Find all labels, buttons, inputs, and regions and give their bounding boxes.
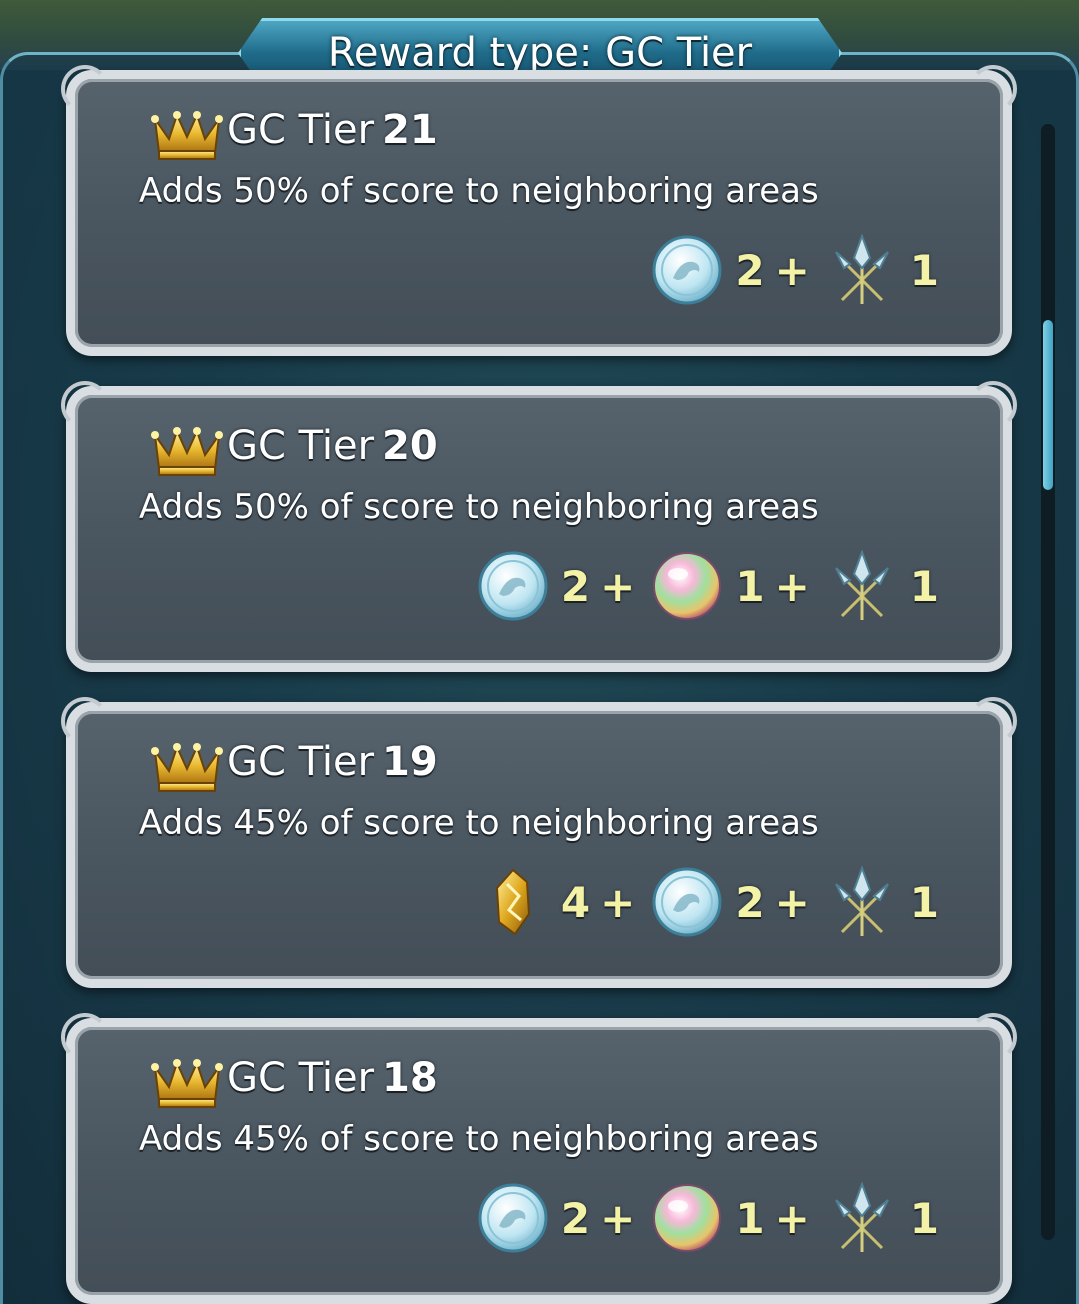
reward-item: 1	[651, 550, 765, 622]
reward-item: 2	[477, 1182, 590, 1254]
reward-list: 4 +2 +1	[477, 861, 939, 943]
reward-item: 1	[826, 234, 939, 306]
badge-coin-icon	[477, 550, 549, 622]
tier-panel[interactable]: GC Tier 21 Adds 50% of score to neighborin…	[61, 65, 1017, 356]
plus-sign: +	[774, 1193, 810, 1243]
reward-item: 2	[477, 550, 590, 622]
orb-icon	[651, 550, 723, 622]
reward-item: 1	[651, 1182, 765, 1254]
plus-sign: +	[600, 877, 636, 927]
reward-item: 1	[826, 866, 939, 938]
plus-sign: +	[774, 561, 810, 611]
reward-list: 2 +1 +1	[477, 1177, 939, 1259]
reward-quantity: 1	[909, 561, 939, 611]
tier-description: Adds 45% of score to neighboring areas	[139, 1119, 819, 1159]
reward-quantity: 1	[909, 245, 939, 295]
reward-quantity: 4	[560, 877, 591, 927]
tier-title: GC Tier 20	[227, 423, 438, 469]
badge-coin-icon	[477, 1182, 549, 1254]
tier-panel[interactable]: GC Tier 19 Adds 45% of score to neighborin…	[61, 697, 1017, 988]
tier-label: GC Tier	[227, 107, 375, 153]
badge-coin-icon	[651, 866, 723, 938]
plus-sign: +	[600, 1193, 636, 1243]
reward-list: 2 +1 +1	[477, 545, 939, 627]
tier-description: Adds 50% of score to neighboring areas	[139, 171, 819, 211]
badge-coin-icon	[651, 234, 723, 306]
tier-description: Adds 45% of score to neighboring areas	[139, 803, 819, 843]
tier-number: 20	[382, 423, 438, 469]
tier-label: GC Tier	[227, 739, 375, 785]
tier-title: GC Tier 21	[227, 107, 438, 153]
reward-quantity: 2	[560, 561, 591, 611]
plus-sign: +	[774, 245, 810, 295]
crown-icon	[151, 111, 223, 160]
reward-item: 2	[651, 234, 765, 306]
gold-crystal-icon	[477, 866, 549, 938]
tier-number: 18	[382, 1055, 438, 1101]
reward-quantity: 2	[560, 1193, 591, 1243]
reward-quantity: 1	[909, 877, 939, 927]
tier-label: GC Tier	[227, 423, 375, 469]
orb-icon	[651, 1182, 723, 1254]
sacred-seal-spear-icon	[826, 866, 898, 938]
crown-icon	[151, 743, 223, 792]
reward-quantity: 2	[735, 245, 765, 295]
tier-number: 21	[382, 107, 438, 153]
reward-quantity: 1	[909, 1193, 939, 1243]
crown-icon	[151, 1059, 223, 1108]
sacred-seal-spear-icon	[826, 550, 898, 622]
reward-item: 1	[826, 1182, 939, 1254]
reward-quantity: 2	[735, 877, 765, 927]
reward-item: 4	[477, 866, 590, 938]
tier-panel[interactable]: GC Tier 18 Adds 45% of score to neighborin…	[61, 1013, 1017, 1304]
tier-label: GC Tier	[227, 1055, 375, 1101]
reward-quantity: 1	[735, 561, 765, 611]
reward-list: 2 +1	[651, 229, 939, 311]
reward-item: 1	[826, 550, 939, 622]
tier-title: GC Tier 19	[227, 739, 438, 785]
scrollbar-track[interactable]	[1041, 124, 1055, 1240]
plus-sign: +	[600, 561, 636, 611]
reward-item: 2	[651, 866, 765, 938]
tier-title: GC Tier 18	[227, 1055, 438, 1101]
tier-panel[interactable]: GC Tier 20 Adds 50% of score to neighborin…	[61, 381, 1017, 672]
sacred-seal-spear-icon	[826, 234, 898, 306]
plus-sign: +	[774, 877, 810, 927]
sacred-seal-spear-icon	[826, 1182, 898, 1254]
reward-quantity: 1	[735, 1193, 765, 1243]
tier-number: 19	[382, 739, 438, 785]
scrollbar-thumb[interactable]	[1043, 320, 1053, 490]
tier-description: Adds 50% of score to neighboring areas	[139, 487, 819, 527]
crown-icon	[151, 427, 223, 476]
